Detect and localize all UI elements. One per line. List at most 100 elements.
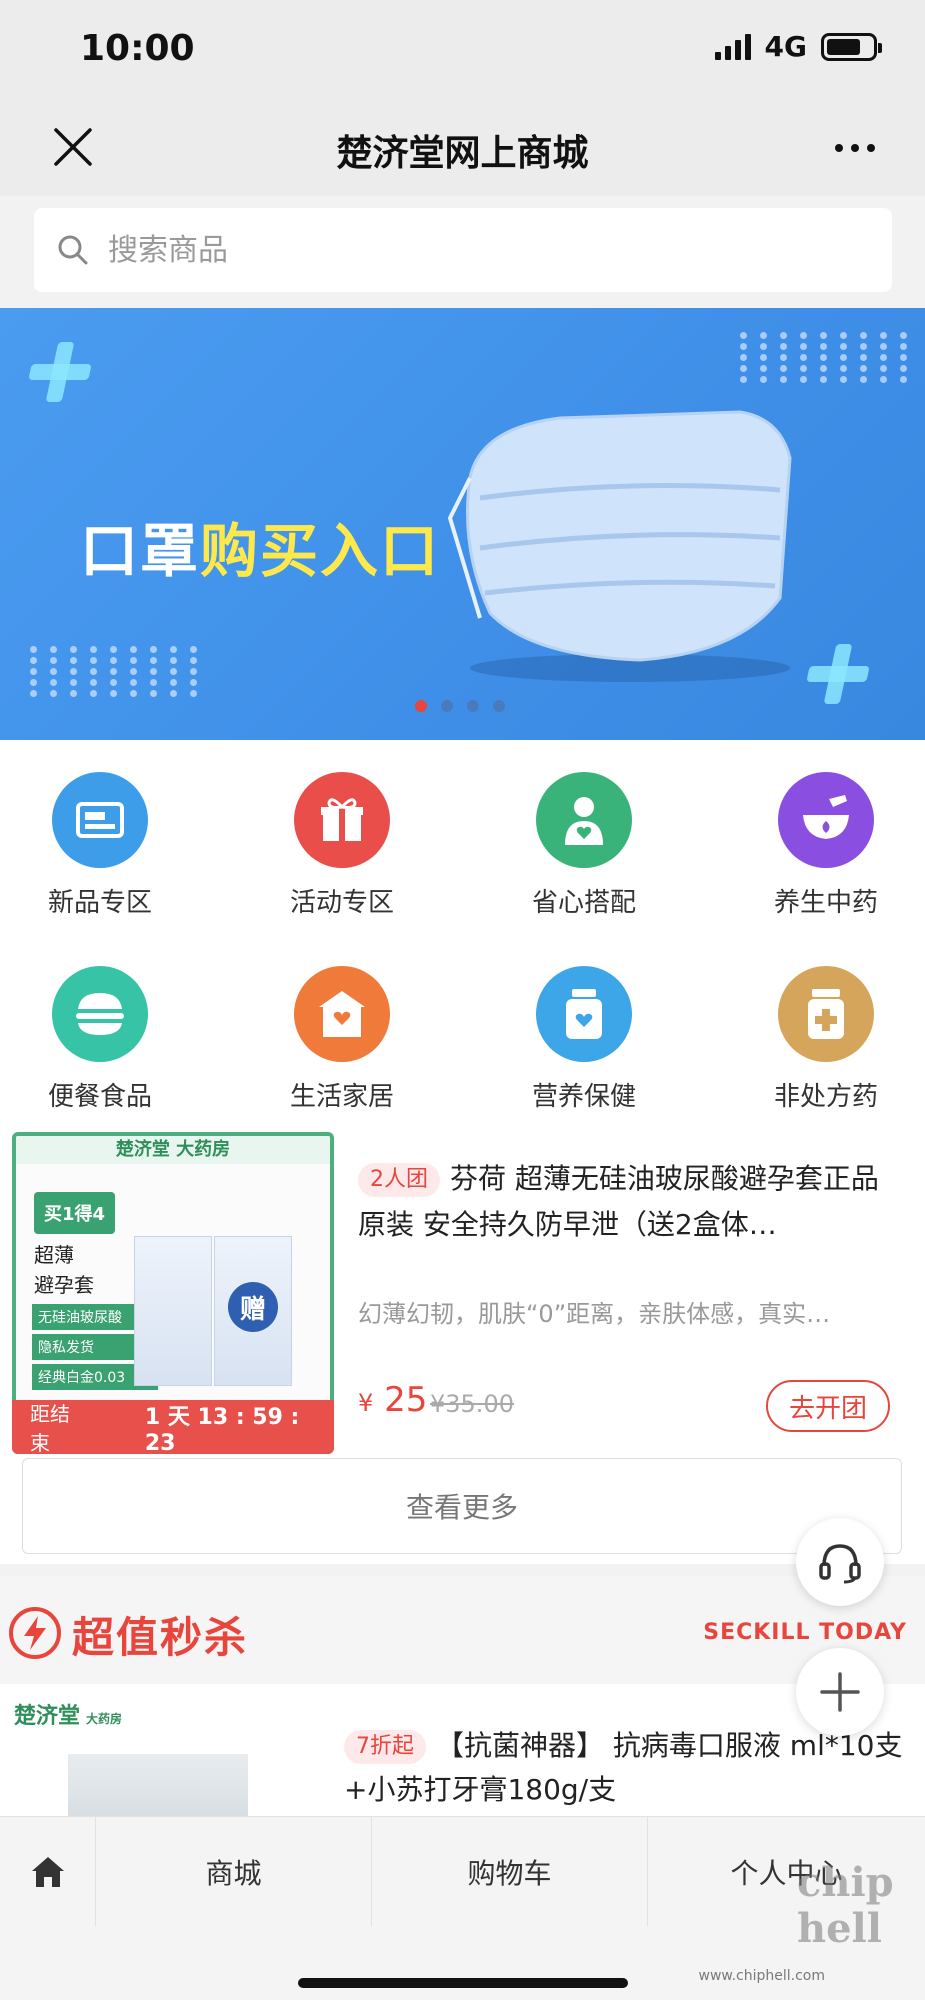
deal-price: ¥ 25	[358, 1380, 427, 1420]
dot	[70, 657, 77, 664]
banner-text-yellow: 购买入口	[200, 517, 441, 585]
start-group-button[interactable]: 去开团	[766, 1380, 890, 1432]
dot	[170, 646, 177, 653]
page-title: 楚济堂网上商城	[336, 133, 589, 174]
product-box	[134, 1236, 212, 1386]
category-label: 生活家居	[289, 1082, 394, 1112]
dot	[190, 657, 197, 664]
seckill-item-brand: 楚济堂 大药房	[14, 1698, 122, 1730]
dot	[50, 679, 57, 686]
category-events[interactable]: 活动专区	[242, 772, 442, 919]
dot	[780, 354, 787, 361]
seckill-item-card[interactable]: 楚济堂 大药房 7折起 【抗菌神器】 抗病毒口服液 ml*10支+小苏打牙膏180g…	[0, 1684, 925, 1818]
dot	[740, 343, 747, 350]
expand-button[interactable]	[796, 1648, 884, 1736]
countdown-label: 距结束	[30, 1402, 70, 1455]
pager-dot[interactable]	[415, 700, 427, 712]
dot	[150, 646, 157, 653]
house-icon	[294, 966, 390, 1062]
dot	[740, 376, 747, 383]
seckill-title: 超值秒杀	[72, 1613, 249, 1662]
mortar-icon	[778, 772, 874, 868]
countdown-bar: 距结束 1 天 13 : 59 : 23	[12, 1399, 334, 1456]
customer-service-button[interactable]	[796, 1518, 884, 1606]
battery-level	[827, 38, 860, 55]
dot	[740, 332, 747, 339]
category-bundles[interactable]: 省心搭配	[484, 772, 684, 919]
product-image-line1: 超薄	[34, 1243, 74, 1267]
category-new-arrivals[interactable]: 新品专区	[0, 772, 200, 919]
signal-icon	[714, 33, 751, 60]
dot	[50, 657, 57, 664]
nav-bar: 楚济堂网上商城	[0, 100, 925, 196]
discount-tag: 7折起	[344, 1730, 426, 1764]
dot	[50, 690, 57, 697]
dot	[740, 365, 747, 372]
plus-icon	[820, 1672, 860, 1712]
dots-decoration	[30, 646, 206, 697]
more-options-icon[interactable]	[835, 144, 875, 152]
category-label: 养生中药	[773, 888, 878, 918]
price-value: 25	[384, 1380, 428, 1420]
dot	[780, 343, 787, 350]
dot	[760, 354, 767, 361]
dot	[110, 657, 117, 664]
dot	[760, 365, 767, 372]
category-herbal[interactable]: 养生中药	[726, 772, 925, 919]
tab-home[interactable]	[0, 1817, 96, 1926]
tab-bar: 商城 购物车 个人中心	[0, 1816, 925, 1926]
home-indicator	[298, 1978, 628, 1988]
original-price: ¥35.00	[430, 1390, 514, 1418]
search-input[interactable]	[108, 232, 808, 268]
category-label: 活动专区	[289, 888, 394, 918]
group-deal-card[interactable]: 楚济堂 大药房 买1得4 超薄 避孕套 无硅油玻尿酸 隐私发货 经典白金0.03…	[0, 1128, 925, 1564]
new-arrivals-icon	[52, 772, 148, 868]
tab-cart[interactable]: 购物车	[372, 1817, 648, 1926]
status-time: 10:00	[80, 28, 195, 69]
dot	[780, 365, 787, 372]
dot	[860, 354, 867, 361]
dot	[90, 646, 97, 653]
dot	[170, 690, 177, 697]
dot	[50, 668, 57, 675]
dot	[130, 679, 137, 686]
dot	[110, 668, 117, 675]
dot	[130, 690, 137, 697]
dot	[110, 690, 117, 697]
lightning-icon	[9, 1607, 61, 1659]
battery-icon	[821, 32, 882, 61]
category-food[interactable]: 便餐食品	[0, 966, 200, 1113]
banner-pager	[415, 700, 505, 712]
search-icon	[58, 235, 88, 265]
plus-decoration-icon	[802, 644, 875, 704]
pager-dot[interactable]	[493, 700, 505, 712]
consultant-icon	[536, 772, 632, 868]
dot	[760, 332, 767, 339]
headset-icon	[819, 1544, 861, 1584]
dot	[880, 343, 887, 350]
view-more-button[interactable]: 查看更多	[22, 1458, 902, 1554]
category-label: 便餐食品	[47, 1082, 152, 1112]
dot	[820, 332, 827, 339]
product-image-line2: 避孕套	[34, 1273, 94, 1297]
tab-mall[interactable]: 商城	[96, 1817, 372, 1926]
supplement-bottle-icon	[536, 966, 632, 1062]
countdown-days: 1	[144, 1404, 161, 1430]
dot	[70, 679, 77, 686]
deal-subtitle: 幻薄幻韧，肌肤“0”距离，亲肤体感，真实…	[358, 1300, 831, 1328]
category-label: 新品专区	[47, 888, 152, 918]
category-home[interactable]: 生活家居	[242, 966, 442, 1113]
pager-dot[interactable]	[467, 700, 479, 712]
bottom-safe-area: www.chiphell.com	[0, 1926, 925, 2000]
pager-dot[interactable]	[441, 700, 453, 712]
dot	[800, 376, 807, 383]
category-nutrition[interactable]: 营养保健	[484, 966, 684, 1113]
dot	[880, 365, 887, 372]
countdown-time: 1 天 13 : 59 : 23	[145, 1399, 334, 1456]
search-box[interactable]	[34, 208, 892, 292]
promo-banner[interactable]: 口罩购买入口	[0, 308, 925, 740]
dot	[190, 690, 197, 697]
dot	[820, 343, 827, 350]
product-image-brand: 楚济堂 大药房	[16, 1136, 330, 1164]
category-otc[interactable]: 非处方药	[726, 966, 925, 1113]
